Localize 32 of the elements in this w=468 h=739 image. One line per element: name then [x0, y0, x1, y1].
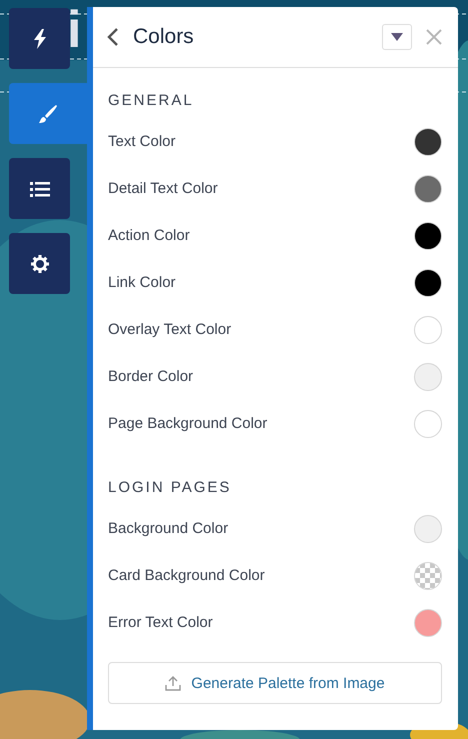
color-label: Link Color	[108, 274, 176, 291]
color-label: Border Color	[108, 368, 194, 385]
color-label: Text Color	[108, 133, 176, 150]
section-heading: LOGIN PAGES	[108, 478, 232, 498]
color-label: Overlay Text Color	[108, 321, 232, 338]
color-label: Background Color	[108, 520, 228, 537]
color-swatch[interactable]	[414, 222, 442, 250]
color-swatch[interactable]	[414, 174, 442, 202]
list-icon[interactable]	[9, 158, 70, 219]
panel-title: Colors	[133, 25, 195, 49]
caret-icon	[391, 33, 403, 41]
bolt-icon[interactable]	[9, 8, 70, 69]
color-swatch[interactable]	[414, 410, 442, 438]
upload-icon	[165, 675, 182, 691]
color-swatch[interactable]	[414, 608, 442, 636]
color-label: Detail Text Color	[108, 180, 218, 197]
color-swatch[interactable]	[414, 514, 442, 542]
color-label: Card Background Color	[108, 567, 265, 584]
transparent-swatch[interactable]	[414, 562, 442, 590]
settings-icon[interactable]	[9, 233, 70, 294]
color-swatch[interactable]	[414, 128, 442, 156]
color-label: Page Background Color	[108, 415, 268, 432]
color-swatch[interactable]	[414, 316, 442, 344]
heading-letter: i	[67, 4, 82, 56]
back-icon[interactable]	[107, 27, 119, 47]
dropdown-button[interactable]	[382, 24, 412, 50]
section-heading: GENERAL	[108, 91, 195, 111]
color-label: Action Color	[108, 227, 190, 244]
generate-palette-button[interactable]: Generate Palette from Image	[108, 662, 442, 704]
color-swatch[interactable]	[414, 362, 442, 390]
color-label: Error Text Color	[108, 614, 213, 631]
color-swatch[interactable]	[414, 268, 442, 296]
